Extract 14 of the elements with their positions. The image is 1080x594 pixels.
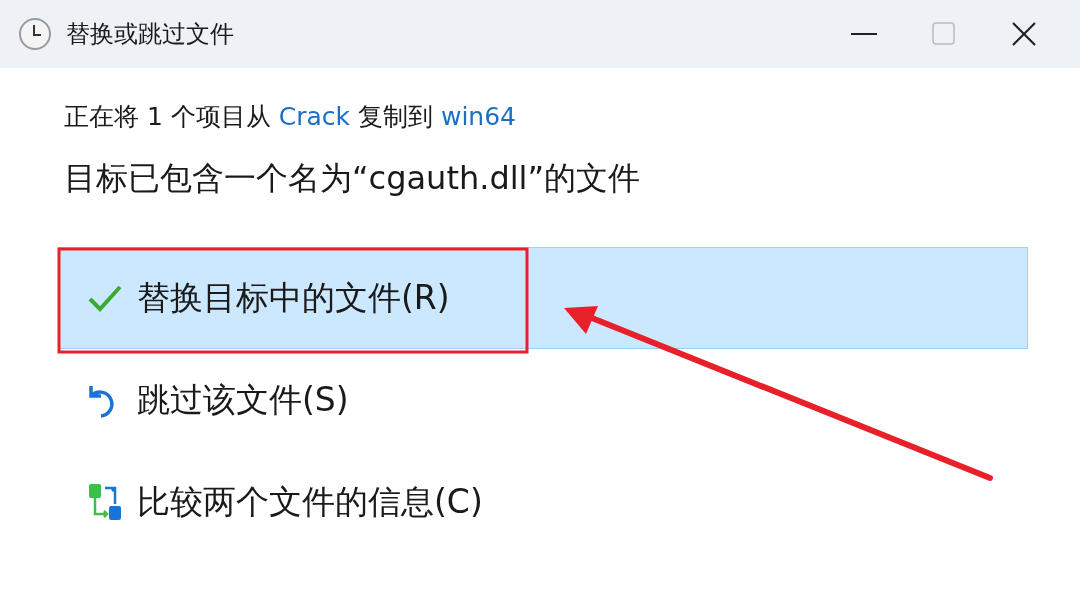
conflict-heading: 目标已包含一个名为“cgauth.dll”的文件 [64,158,642,199]
window-title: 替换或跳过文件 [66,19,235,50]
option-button[interactable]: 跳过该文件(S) [58,349,350,451]
minimize-icon [851,32,877,36]
option-button[interactable]: 替换目标中的文件(R) [58,247,1028,349]
destination-folder-link[interactable]: win64 [440,102,516,131]
check-icon [87,283,123,313]
close-icon [1011,21,1037,47]
clock-icon [18,17,52,51]
copy-status-text: 正在将 1 个项目从 Crack 复制到 win64 [64,101,517,133]
compare-files-icon [87,482,123,522]
maximize-icon [932,22,956,46]
source-folder-link[interactable]: Crack [278,102,351,131]
option-button[interactable]: 比较两个文件的信息(C) [58,451,484,553]
